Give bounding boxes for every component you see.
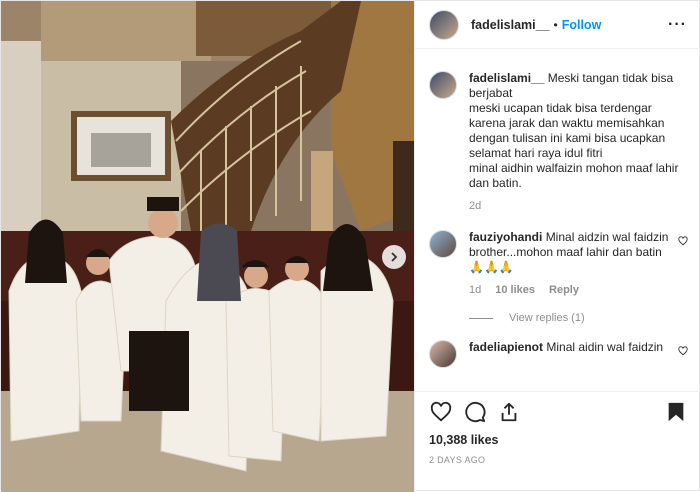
separator-dot: • <box>553 17 558 32</box>
share-button[interactable] <box>497 400 521 424</box>
view-replies-button[interactable]: View replies (1) <box>469 312 688 324</box>
comment-time[interactable]: 1d <box>469 283 481 298</box>
comment-avatar[interactable] <box>429 340 457 368</box>
comment-username[interactable]: fauziyohandi <box>469 230 542 244</box>
caption-time[interactable]: 2d <box>469 199 688 214</box>
avatar[interactable] <box>429 9 459 40</box>
comment-icon <box>465 402 486 423</box>
post-sidebar: fadelislami__ • Follow ··· fadelislami__… <box>414 1 700 492</box>
comment-item: fauziyohandi Minal aidzin wal faidzin br… <box>429 230 688 298</box>
comment-heart-icon[interactable] <box>678 346 688 356</box>
chevron-right-icon <box>391 252 398 262</box>
comments-section[interactable]: fadelislami__ Meski tangan tidak bisa be… <box>415 61 700 389</box>
comment-username[interactable]: fadeliapienot <box>469 340 543 354</box>
caption: fadelislami__ Meski tangan tidak bisa be… <box>429 71 688 214</box>
caption-username[interactable]: fadelislami__ <box>469 71 544 85</box>
caption-avatar[interactable] <box>429 71 457 99</box>
comment-item: fadeliapienot Minal aidin wal faidzin <box>429 340 688 368</box>
replies-divider <box>469 317 493 319</box>
post-photo[interactable] <box>1 1 414 492</box>
post-timestamp[interactable]: 2 days ago <box>429 455 688 465</box>
more-options-icon[interactable]: ··· <box>668 16 687 34</box>
comment-button[interactable] <box>463 400 487 424</box>
family-photo-illustration <box>1 1 414 492</box>
comment-likes[interactable]: 10 likes <box>495 283 535 298</box>
share-icon <box>501 402 517 422</box>
follow-button[interactable]: Follow <box>562 18 602 32</box>
save-button[interactable] <box>664 400 688 424</box>
header-username[interactable]: fadelislami__ <box>471 18 550 32</box>
view-replies-label: View replies (1) <box>509 312 585 324</box>
post-header: fadelislami__ • Follow ··· <box>415 1 700 49</box>
instagram-post: fadelislami__ • Follow ··· fadelislami__… <box>0 0 700 492</box>
next-photo-button[interactable] <box>382 245 406 269</box>
likes-count[interactable]: 10,388 likes <box>429 433 688 447</box>
caption-text: Meski tangan tidak bisa berjabat meski u… <box>469 71 679 190</box>
comment-text: Minal aidin wal faidzin <box>546 340 664 354</box>
reply-button[interactable]: Reply <box>549 283 579 298</box>
comment-avatar[interactable] <box>429 230 457 258</box>
bookmark-icon <box>668 402 684 422</box>
comment-heart-icon[interactable] <box>678 236 688 246</box>
heart-icon <box>430 401 452 422</box>
like-button[interactable] <box>429 400 453 424</box>
post-actions: 10,388 likes 2 days ago <box>415 391 700 492</box>
